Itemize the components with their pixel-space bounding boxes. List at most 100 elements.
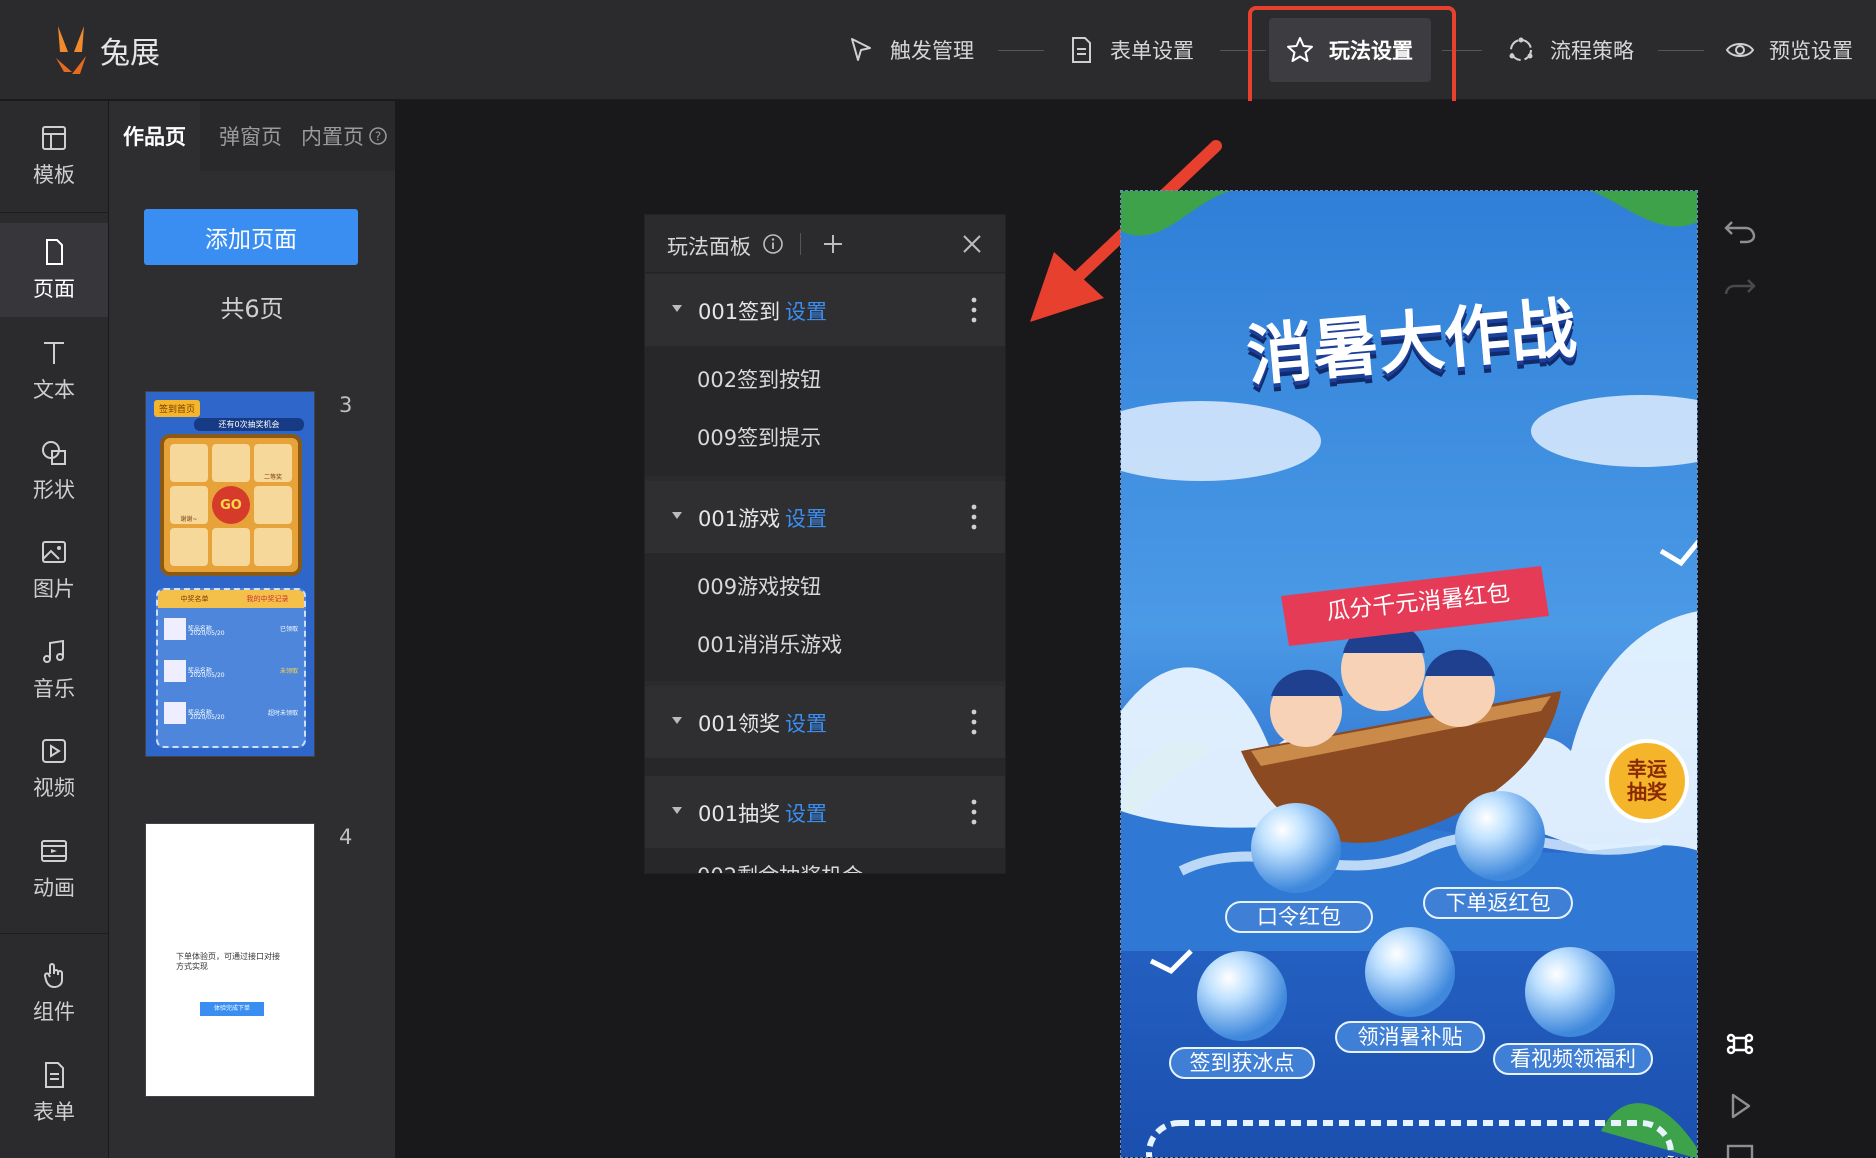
thumb-badge: 签到首页 [154,400,201,417]
page-thumbnail-4[interactable]: 下单体验页，可通过接口对接方式实现 体验完成下单 [145,823,315,1097]
bubble-cooling-subsidy[interactable] [1365,927,1455,1017]
grid-cell [254,528,292,566]
close-icon[interactable] [961,233,983,255]
tab-popup-pages[interactable]: 弹窗页 [219,101,282,171]
rail-item-form[interactable]: 表单 [0,1047,108,1139]
grid-cell [212,444,250,482]
step-preview-settings[interactable]: 预览设置 [1725,18,1853,82]
tab-builtin-pages[interactable]: 内置页 ? [301,101,388,171]
command-key-icon[interactable] [1722,1026,1758,1062]
rail-item-template[interactable]: 模板 [0,101,108,211]
grid-cell: 谢谢~ [170,486,208,524]
more-vertical-icon[interactable] [971,708,977,736]
page-thumbnail-3[interactable]: 签到首页 还有0次抽奖机会 二等奖 谢谢~ GO 中奖名单 我的中奖记录 奖品名… [145,391,315,757]
winner-row: 奖品名称 超时未领取 2020/05/20 [164,702,298,724]
prize-status: 已领取 [279,626,298,633]
redo-icon[interactable] [1722,270,1758,306]
image-icon [42,541,66,563]
bubble-label[interactable]: 口令红包 [1225,901,1373,933]
rail-item-image[interactable]: 图片 [0,524,108,616]
pages-panel: 作品页 弹窗页 内置页 ? 添加页面 共6页 签到首页 还有0次抽奖机会 二等奖… [109,101,395,1158]
mobile-preview[interactable]: 消暑大作战 瓜分千元消暑红包 幸运 抽奖 口令红包 下单返红包 签到获冰点 领消… [1120,190,1698,1158]
rail-item-shape[interactable]: 形状 [0,425,108,517]
add-page-button[interactable]: 添加页面 [144,209,358,265]
collapse-caret-icon[interactable] [672,807,682,814]
rail-item-animation[interactable]: 动画 [0,823,108,915]
badge-line: 幸运 [1627,757,1667,781]
plus-icon[interactable] [821,232,845,256]
layers-icon[interactable] [1722,1144,1758,1158]
bubble-label[interactable]: 签到获冰点 [1169,1047,1315,1079]
rail-label: 页面 [33,277,75,301]
rail-divider [0,933,108,934]
bubble-red-envelope-code[interactable] [1251,803,1341,893]
top-bar: 兔展 触发管理 表单设置 玩法设置 流程策略 预览设置 [0,0,1876,100]
step-label: 流程策略 [1550,39,1634,63]
header-divider [800,233,801,255]
rail-item-text[interactable]: 文本 [0,325,108,417]
group-settings-link[interactable]: 设置 [785,296,827,326]
gameplay-group-claim-prize[interactable]: 001领奖 设置 [645,686,1005,758]
animation-icon [41,840,67,862]
collapse-caret-icon[interactable] [672,512,682,519]
winner-row: 奖品名称 已领取 2020/05/20 [164,618,298,640]
gameplay-group-lottery[interactable]: 001抽奖 设置 [645,776,1005,848]
gameplay-group-game[interactable]: 001游戏 设置 [645,481,1005,553]
info-icon[interactable] [762,233,784,255]
bubble-video-rewards[interactable] [1525,947,1615,1037]
collapse-caret-icon[interactable] [672,305,682,312]
gameplay-item[interactable]: 009签到提示 [697,422,821,452]
step-navigation: 触发管理 表单设置 玩法设置 流程策略 预览设置 [0,18,1876,82]
undo-icon[interactable] [1722,212,1758,248]
gameplay-item[interactable]: 001消消乐游戏 [697,629,842,659]
step-form-settings[interactable]: 表单设置 [1066,18,1194,82]
bubble-label[interactable]: 领消暑补贴 [1335,1021,1485,1053]
rail-label: 文本 [33,378,75,402]
rail-item-music[interactable]: 音乐 [0,624,108,716]
group-settings-link[interactable]: 设置 [785,708,827,738]
group-settings-link[interactable]: 设置 [785,798,827,828]
lucky-draw-badge[interactable]: 幸运 抽奖 [1605,739,1689,823]
bubble-label[interactable]: 下单返红包 [1423,887,1573,919]
grid-cell [170,528,208,566]
more-vertical-icon[interactable] [971,296,977,324]
page-count: 共6页 [220,295,284,323]
group-name: 001游戏 [698,507,781,531]
bubble-order-cashback[interactable] [1455,791,1545,881]
grid-cell [254,486,292,524]
more-vertical-icon[interactable] [971,798,977,826]
group-items: 002剩余抽奖机会 [645,848,1005,873]
rail-item-video[interactable]: 视频 [0,723,108,815]
tab-work-pages[interactable]: 作品页 [109,101,200,171]
step-label: 表单设置 [1110,39,1194,63]
step-divider [1658,50,1704,51]
lottery-grid: 二等奖 谢谢~ GO [160,434,302,576]
gameplay-item[interactable]: 002剩余抽奖机会 [697,860,863,873]
step-trigger-management[interactable]: 触发管理 [846,18,974,82]
bubble-label[interactable]: 看视频领福利 [1493,1043,1653,1075]
gameplay-group-signin[interactable]: 001签到 设置 [645,274,1005,346]
play-icon[interactable] [1722,1088,1758,1124]
rail-item-component[interactable]: 组件 [0,947,108,1039]
bubble-signin-points[interactable] [1197,951,1287,1041]
tab-label: 内置页 [301,125,364,149]
page-icon [46,239,63,265]
step-flow-strategy[interactable]: 流程策略 [1506,18,1634,82]
rail-label: 表单 [33,1100,75,1124]
rail-label: 音乐 [33,677,75,701]
collapse-caret-icon[interactable] [672,717,682,724]
gameplay-item[interactable]: 009游戏按钮 [697,571,821,601]
gameplay-panel: 玩法面板 001签到 设置 002签到按钮 009签到提示 001游戏 设置 0… [644,214,1006,874]
prize-image [164,660,186,682]
help-circle-icon[interactable]: ? [368,126,388,146]
gameplay-item[interactable]: 002签到按钮 [697,364,821,394]
thumb-body-text: 下单体验页，可通过接口对接方式实现 [176,952,280,971]
rail-item-page[interactable]: 页面 [0,223,108,317]
winner-tabs: 中奖名单 我的中奖记录 [158,590,304,608]
grid-cell [170,444,208,482]
thumb-header: 还有0次抽奖机会 [194,418,304,431]
more-vertical-icon[interactable] [971,503,977,531]
editor-root: 兔展 触发管理 表单设置 玩法设置 流程策略 预览设置 模板 页面 文本 形状 … [0,0,1876,1158]
music-icon [43,639,64,663]
group-settings-link[interactable]: 设置 [785,503,827,533]
